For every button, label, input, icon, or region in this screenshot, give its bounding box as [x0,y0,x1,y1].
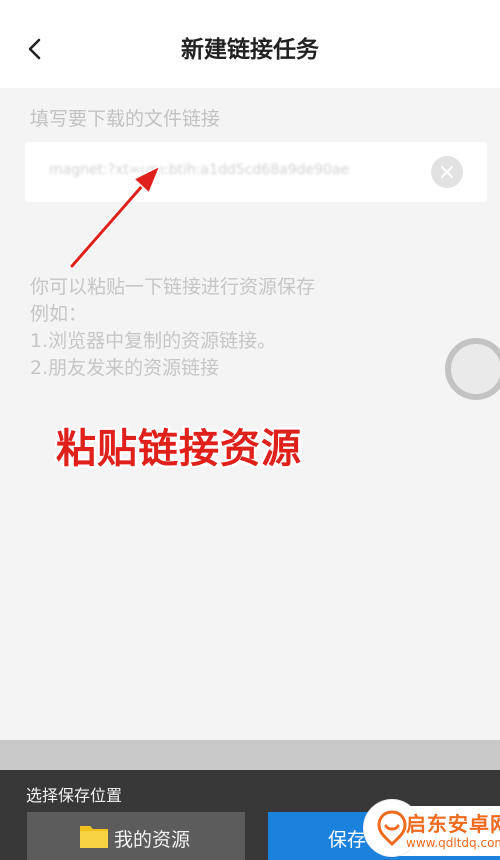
floating-ring-icon [445,338,500,400]
tip-line: 2.朋友发来的资源链接 [30,357,220,379]
annotation-arrow [69,164,162,269]
my-resources-button[interactable]: 我的资源 [27,812,245,860]
main-content: 填写要下载的文件链接 magnet:?xt=urn:btih:a1dd5cd68… [0,88,500,740]
tip-line: 1.浏览器中复制的资源链接。 [30,330,277,352]
my-resources-label: 我的资源 [114,829,191,851]
annotation-caption: 粘贴链接资源 [56,426,302,472]
tip-line: 你可以粘贴一下链接进行资源保存 [30,276,316,298]
save-location-label: 选择保存位置 [26,786,123,805]
status-bar [0,0,500,10]
usage-tips: 你可以粘贴一下链接进行资源保存 例如： 1.浏览器中复制的资源链接。 2.朋友发… [30,274,315,382]
folder-icon [80,826,108,848]
watermark-logo-icon [377,810,407,846]
dim-overlay [0,740,500,770]
app-header: 新建链接任务 [0,10,500,88]
page-title: 新建链接任务 [181,37,319,63]
watermark-name: 启东安卓网 [406,812,500,836]
clear-circle-icon [441,166,453,178]
watermark: 启东安卓网 www.qdltdq.com [360,796,500,860]
link-field-label: 填写要下载的文件链接 [30,108,221,130]
clear-input-button[interactable] [431,156,463,188]
floating-assistive-button[interactable] [445,338,500,400]
watermark-url: www.qdltdq.com [406,836,500,850]
tip-line: 例如： [30,303,88,325]
